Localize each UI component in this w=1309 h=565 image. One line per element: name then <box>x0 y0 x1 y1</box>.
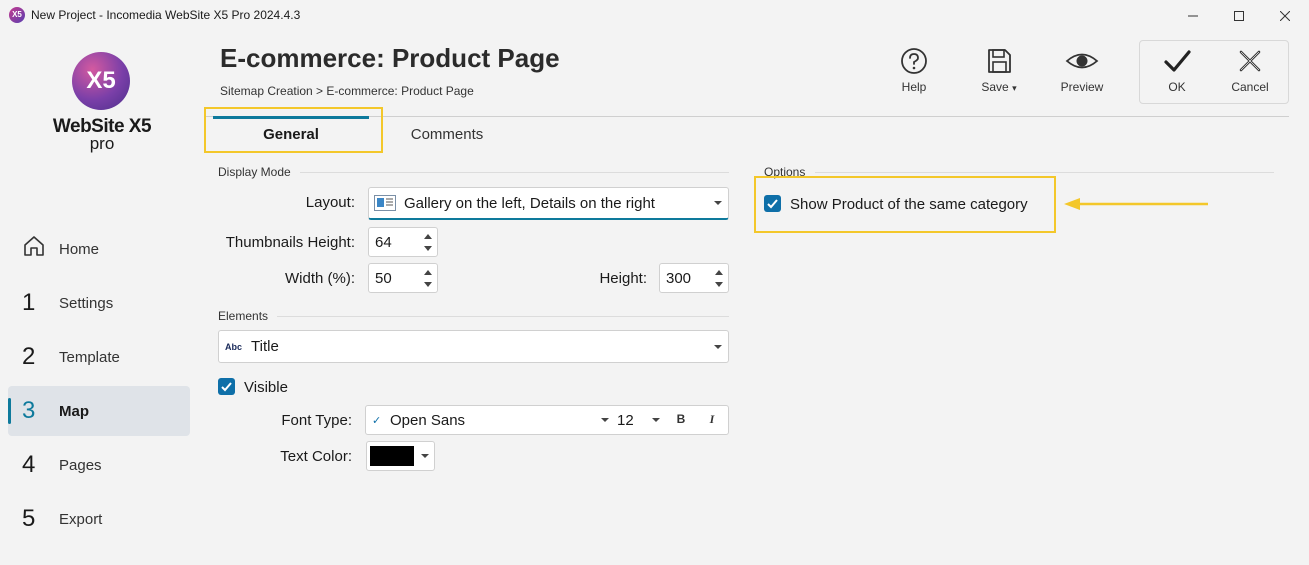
sidebar-item-label: Map <box>59 402 89 420</box>
step-number: 4 <box>22 451 36 478</box>
text-element-icon: Abc <box>225 341 243 352</box>
arrow-left-icon <box>1064 198 1208 210</box>
tab-label: Comments <box>410 125 484 143</box>
website-x5-logo: X5 <box>72 52 130 110</box>
step-number: 2 <box>22 343 36 370</box>
sidebar-item-label: Settings <box>59 294 114 312</box>
font-type-label: Font Type: <box>281 412 352 429</box>
layout-select[interactable]: Gallery on the left, Details on the righ… <box>368 187 729 220</box>
close-icon <box>1239 50 1261 72</box>
minimize-icon <box>1188 15 1198 17</box>
home-icon <box>22 234 56 265</box>
text-color-label: Text Color: <box>280 448 352 465</box>
thumbnails-height-stepper[interactable]: 64 <box>368 227 438 257</box>
thumbnails-height-value: 64 <box>375 233 392 251</box>
sidebar-item-label: Home <box>59 240 100 258</box>
height-stepper[interactable]: 300 <box>659 263 729 293</box>
close-icon <box>1280 11 1290 21</box>
stepper-arrows-icon[interactable] <box>423 268 433 290</box>
tab-comments[interactable]: Comments <box>369 116 525 152</box>
height-label: Height: <box>599 270 647 287</box>
cancel-label: Cancel <box>1231 80 1269 94</box>
chevron-down-icon <box>421 454 429 458</box>
sidebar-item-label: Pages <box>59 456 102 474</box>
sidebar-item-settings[interactable]: 1 Settings <box>8 278 190 328</box>
page-title: E-commerce: Product Page <box>220 43 560 73</box>
maximize-button[interactable] <box>1216 0 1262 32</box>
help-label: Help <box>901 80 927 94</box>
step-number: 3 <box>22 397 36 424</box>
color-swatch <box>370 446 414 466</box>
app-icon: X5 <box>9 7 25 23</box>
layout-value: Gallery on the left, Details on the righ… <box>404 194 655 212</box>
height-value: 300 <box>666 269 692 287</box>
cancel-button[interactable]: Cancel <box>1220 46 1280 102</box>
width-stepper[interactable]: 50 <box>368 263 438 293</box>
font-family-select[interactable]: Open Sans <box>390 412 465 429</box>
close-window-button[interactable] <box>1262 0 1308 32</box>
stepper-arrows-icon[interactable] <box>423 232 433 254</box>
step-number: 1 <box>22 289 36 316</box>
group-divider <box>300 172 729 173</box>
preview-label: Preview <box>1060 80 1104 94</box>
logo-edition: pro <box>89 134 115 153</box>
sidebar-item-label: Export <box>59 510 103 528</box>
bold-button[interactable]: B <box>670 406 692 432</box>
sidebar-item-export[interactable]: 5 Export <box>8 494 190 544</box>
save-icon <box>988 49 1011 73</box>
window-title: New Project - Incomedia WebSite X5 Pro 2… <box>31 8 301 22</box>
italic-button[interactable]: I <box>701 406 723 432</box>
layout-label: Layout: <box>305 194 355 211</box>
element-value: Title <box>251 338 279 355</box>
chevron-down-icon[interactable] <box>652 418 660 422</box>
tab-highlight-box <box>204 107 383 153</box>
help-icon <box>901 48 927 74</box>
chevron-down-icon: ▾ <box>1012 83 1017 93</box>
breadcrumb: Sitemap Creation > E-commerce: Product P… <box>220 84 474 98</box>
step-number: 5 <box>22 505 36 532</box>
sidebar-item-template[interactable]: 2 Template <box>8 332 190 382</box>
font-check-icon: ✓ <box>372 414 382 427</box>
save-button[interactable]: Save ▾ <box>969 46 1029 102</box>
sidebar-item-label: Template <box>59 348 120 366</box>
thumbnails-height-label: Thumbnails Height: <box>225 234 355 251</box>
text-color-picker[interactable] <box>366 441 435 471</box>
width-value: 50 <box>375 269 392 287</box>
visible-label: Visible <box>244 379 288 396</box>
checkmark-icon <box>1164 50 1191 72</box>
display-mode-group-label: Display Mode <box>218 165 291 179</box>
sidebar-item-home[interactable]: Home <box>8 224 190 274</box>
group-divider <box>277 316 729 317</box>
chevron-down-icon[interactable] <box>601 418 609 422</box>
eye-icon <box>1065 53 1099 69</box>
sidebar-item-map[interactable]: 3 Map <box>8 386 190 436</box>
title-bar: X5 New Project - Incomedia WebSite X5 Pr… <box>0 0 1309 32</box>
stepper-arrows-icon[interactable] <box>714 268 724 290</box>
preview-button[interactable]: Preview <box>1052 46 1112 102</box>
sidebar-item-pages[interactable]: 4 Pages <box>8 440 190 490</box>
option-highlight-box <box>754 176 1056 233</box>
logo-mark: X5 <box>86 67 116 94</box>
width-label: Width (%): <box>284 270 355 287</box>
element-select[interactable]: Abc Title <box>218 330 729 363</box>
minimize-button[interactable] <box>1170 0 1216 32</box>
layout-gallery-icon <box>374 195 396 211</box>
checkmark-icon <box>221 382 232 392</box>
visible-checkbox[interactable] <box>218 378 235 395</box>
sidebar: X5 WebSite X5 pro Home 1 Settings 2 Temp… <box>0 32 200 565</box>
group-divider <box>815 172 1274 173</box>
ok-button[interactable]: OK <box>1147 46 1207 102</box>
maximize-icon <box>1234 11 1244 21</box>
font-size-select[interactable]: 12 <box>617 412 634 429</box>
elements-group-label: Elements <box>218 309 269 323</box>
chevron-down-icon <box>714 344 722 349</box>
help-button[interactable]: Help <box>884 46 944 102</box>
chevron-down-icon <box>714 201 722 205</box>
ok-label: OK <box>1168 80 1186 94</box>
save-label: Save <box>981 80 1009 94</box>
